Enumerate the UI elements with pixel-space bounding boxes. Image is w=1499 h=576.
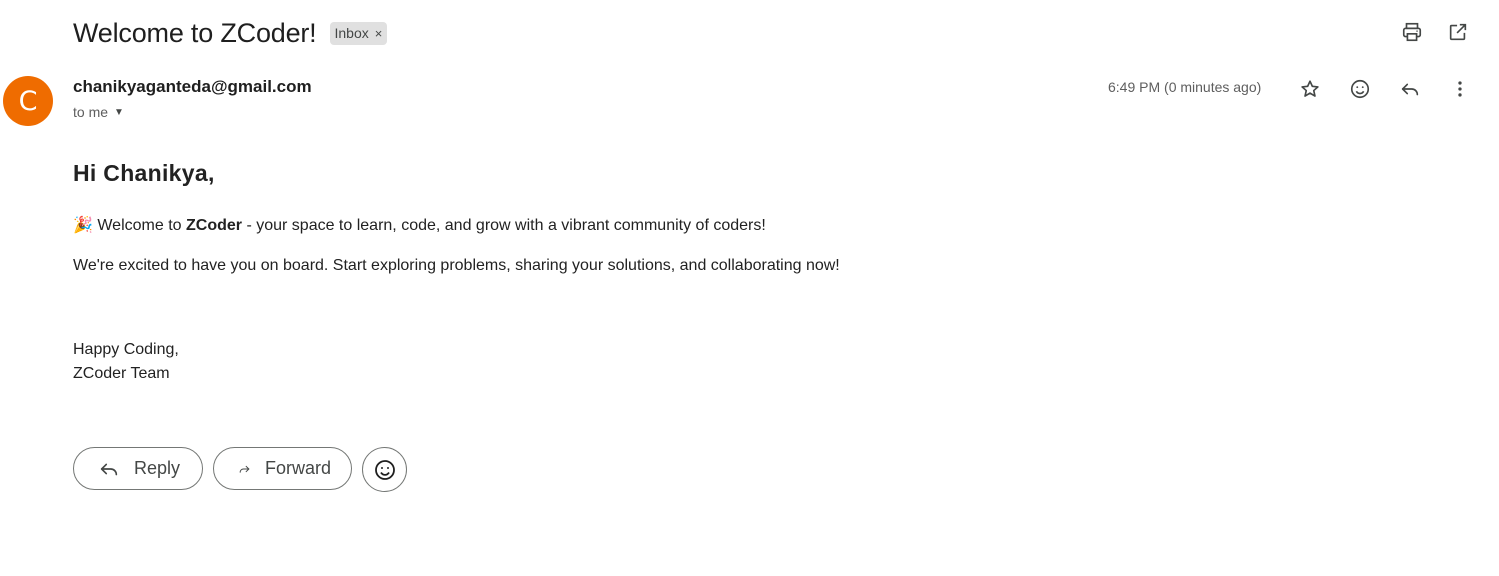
signoff-line: Happy Coding, bbox=[73, 341, 179, 358]
email-timestamp: 6:49 PM (0 minutes ago) bbox=[1108, 79, 1262, 95]
message-actions bbox=[1298, 77, 1472, 101]
brand-name: ZCoder bbox=[186, 217, 242, 234]
onboard-line: We're excited to have you on board. Star… bbox=[73, 257, 840, 274]
forward-label: Forward bbox=[264, 458, 331, 478]
email-greeting: Hi Chanikya, bbox=[73, 160, 215, 186]
party-emoji: 🎉 bbox=[73, 217, 93, 234]
forward-button[interactable]: Forward bbox=[213, 447, 352, 490]
welcome-prefix: Welcome to bbox=[92, 217, 186, 234]
email-subject: Welcome to ZCoder! bbox=[73, 18, 317, 48]
emoji-icon bbox=[374, 459, 395, 480]
more-vert-icon[interactable] bbox=[1448, 77, 1472, 101]
inbox-label-chip[interactable]: Inbox × bbox=[329, 21, 388, 45]
email-signoff: Happy Coding, ZCoder Team bbox=[73, 338, 179, 386]
emoji-reaction-button[interactable] bbox=[362, 447, 407, 492]
forward-icon bbox=[239, 465, 250, 473]
welcome-line: 🎉 Welcome to ZCoder - your space to lear… bbox=[73, 215, 766, 235]
chevron-down-icon: ▼ bbox=[114, 106, 124, 118]
open-in-new-icon[interactable] bbox=[1446, 20, 1470, 44]
reply-icon[interactable] bbox=[1398, 77, 1422, 101]
signature-line: ZCoder Team bbox=[73, 365, 170, 382]
reply-label: Reply bbox=[134, 458, 181, 478]
print-icon[interactable] bbox=[1400, 20, 1424, 44]
label-chip-text: Inbox bbox=[334, 25, 369, 41]
reply-icon bbox=[100, 463, 118, 475]
sender-avatar[interactable]: C bbox=[3, 76, 53, 126]
welcome-suffix: - your space to learn, code, and grow wi… bbox=[242, 217, 766, 234]
subject-row: Welcome to ZCoder! Inbox × bbox=[73, 14, 388, 52]
emoji-reaction-icon[interactable] bbox=[1348, 77, 1372, 101]
email-view: Welcome to ZCoder! Inbox × C chanikyagan… bbox=[0, 0, 1499, 576]
to-me-label: to me bbox=[73, 104, 109, 120]
reply-button[interactable]: Reply bbox=[73, 447, 203, 490]
recipient-details-toggle[interactable]: to me ▼ bbox=[73, 104, 124, 120]
sender-email[interactable]: chanikyaganteda@gmail.com bbox=[73, 77, 312, 97]
remove-label-icon[interactable]: × bbox=[375, 26, 383, 41]
top-actions bbox=[1400, 20, 1470, 44]
star-icon[interactable] bbox=[1298, 77, 1322, 101]
